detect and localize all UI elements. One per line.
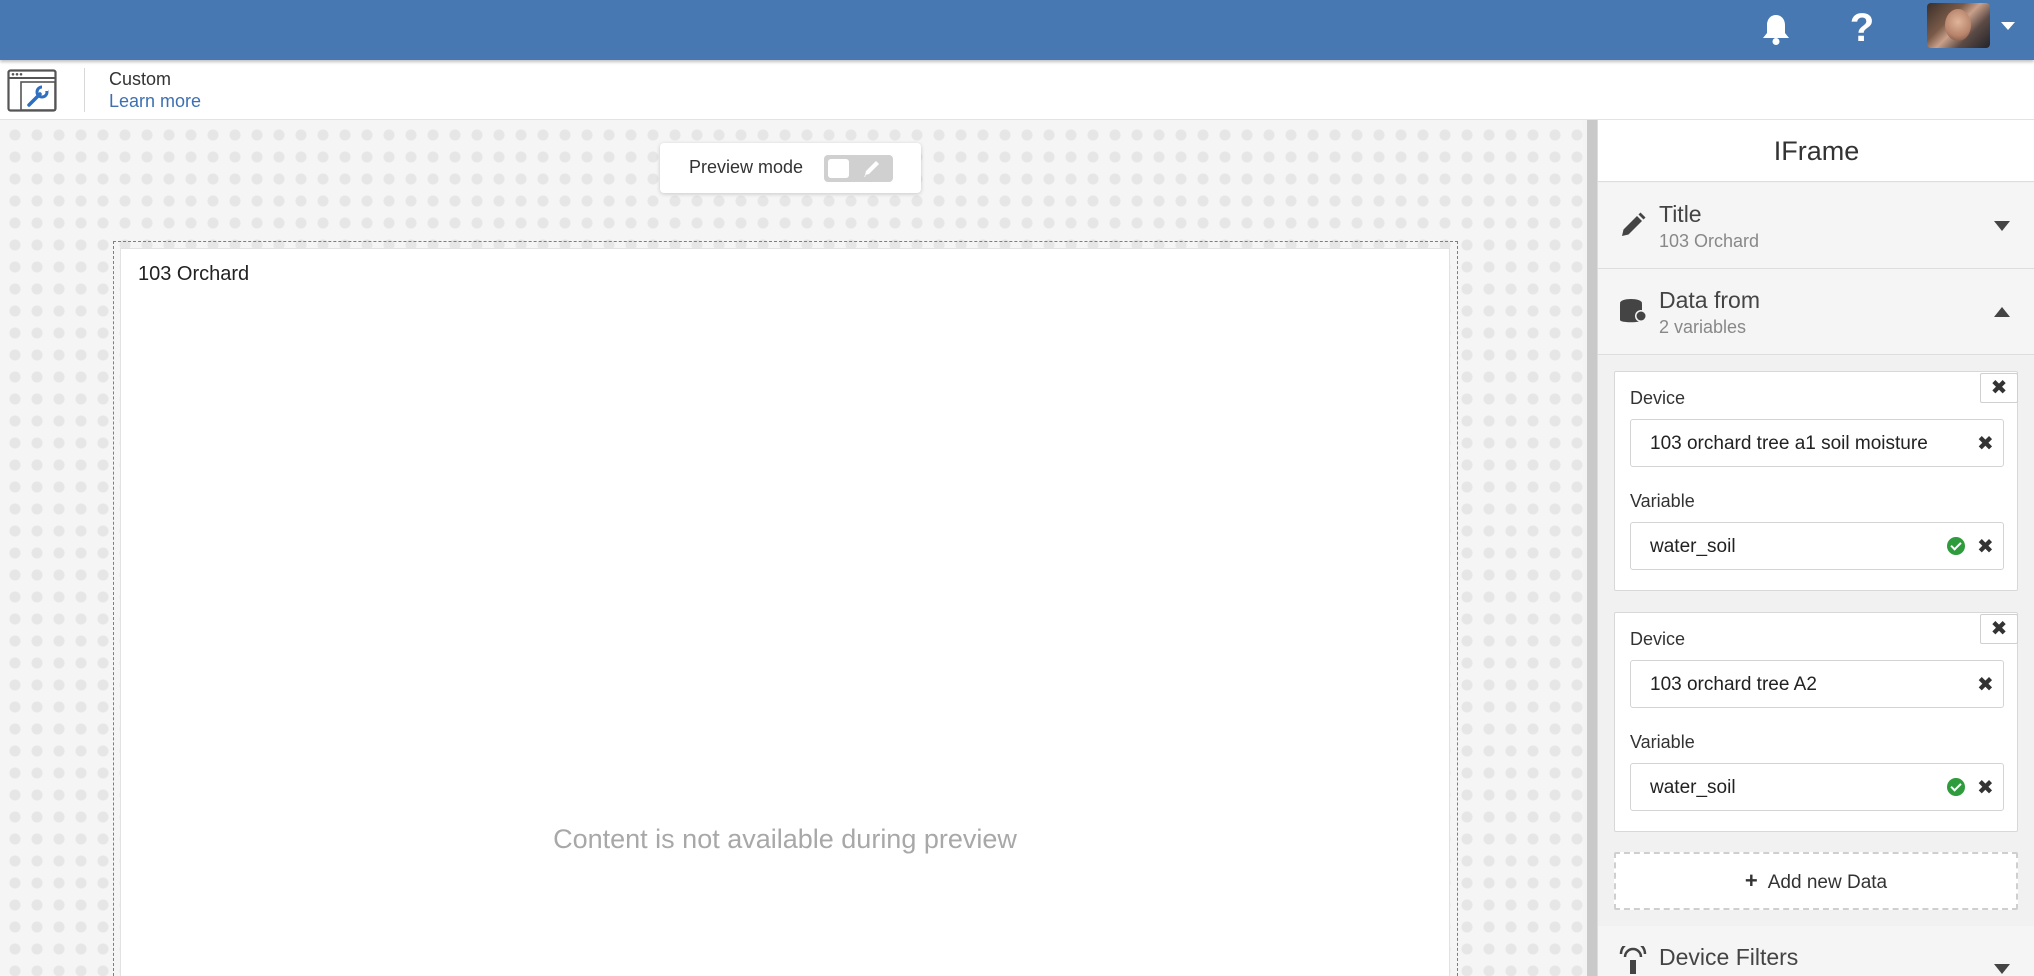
page-title: Custom xyxy=(109,69,172,89)
add-new-data-button[interactable]: + Add new Data xyxy=(1614,852,2018,910)
title-section[interactable]: Title 103 Orchard xyxy=(1598,183,2034,269)
title-section-value: 103 Orchard xyxy=(1659,231,1760,251)
device-select[interactable]: 103 orchard tree A2 ✖ xyxy=(1630,660,2004,708)
clear-icon[interactable]: ✖ xyxy=(1977,672,1994,697)
preview-unavailable-message: Content is not available during preview xyxy=(553,824,1017,854)
remove-data-button[interactable]: ✖ xyxy=(1980,373,2018,403)
device-value: 103 orchard tree A2 xyxy=(1650,674,1817,695)
data-item-card: ✖ Device 103 orchard tree A2 ✖ Variable … xyxy=(1614,612,2018,832)
iframe-widget[interactable]: 103 Orchard Content is not available dur… xyxy=(120,248,1450,976)
help-icon[interactable]: ? xyxy=(1845,6,1879,50)
variable-select[interactable]: water_soil ✖ xyxy=(1630,763,2004,811)
preview-mode-toggle: Preview mode xyxy=(660,143,921,193)
device-filter-icon xyxy=(1619,946,1647,974)
device-filters-section[interactable]: Device Filters xyxy=(1598,926,2034,976)
variable-select[interactable]: water_soil ✖ xyxy=(1630,522,2004,570)
device-filters-label: Device Filters xyxy=(1659,944,1799,970)
avatar[interactable] xyxy=(1927,3,1990,48)
remove-data-button[interactable]: ✖ xyxy=(1980,614,2018,644)
learn-more-link[interactable]: Learn more xyxy=(109,91,201,112)
switch-knob xyxy=(828,159,849,178)
custom-widget-icon xyxy=(7,69,57,112)
pencil-icon xyxy=(1622,212,1646,236)
widget-title: 103 Orchard xyxy=(138,263,250,285)
variable-value: water_soil xyxy=(1650,536,1736,557)
panel-title: IFrame xyxy=(1598,120,2034,182)
preview-mode-switch[interactable] xyxy=(824,155,893,182)
chevron-up-icon[interactable] xyxy=(1994,307,2010,317)
title-section-label: Title xyxy=(1659,201,1702,227)
header-divider xyxy=(84,68,85,112)
sub-header: Custom Learn more xyxy=(0,60,2034,120)
device-select[interactable]: 103 orchard tree a1 soil moisture ✖ xyxy=(1630,419,2004,467)
data-section-value: 2 variables xyxy=(1659,317,1747,337)
clear-icon[interactable]: ✖ xyxy=(1977,534,1994,559)
bell-icon[interactable] xyxy=(1760,12,1792,46)
add-new-data-label: Add new Data xyxy=(1767,872,1888,893)
chevron-down-icon[interactable] xyxy=(1994,964,2010,974)
data-from-section[interactable]: Data from 2 variables xyxy=(1598,269,2034,355)
caret-down-icon[interactable] xyxy=(2001,22,2015,30)
clear-icon[interactable]: ✖ xyxy=(1977,431,1994,456)
preview-mode-label: Preview mode xyxy=(689,157,804,177)
check-circle-icon xyxy=(1947,537,1965,555)
variable-label: Variable xyxy=(1630,491,1695,511)
database-icon xyxy=(1620,299,1647,323)
settings-panel: IFrame Title 103 Orchard Data from 2 var… xyxy=(1597,120,2034,976)
top-bar: ? xyxy=(0,0,2034,60)
clear-icon[interactable]: ✖ xyxy=(1977,775,1994,800)
variable-label: Variable xyxy=(1630,732,1695,752)
variable-value: water_soil xyxy=(1650,777,1736,798)
pencil-icon xyxy=(864,161,879,177)
chevron-down-icon[interactable] xyxy=(1994,221,2010,231)
device-label: Device xyxy=(1630,629,1686,649)
plus-icon: + xyxy=(1744,868,1758,893)
canvas-scrollbar[interactable] xyxy=(1587,120,1597,976)
device-value: 103 orchard tree a1 soil moisture xyxy=(1650,433,1928,454)
data-section-label: Data from xyxy=(1659,287,1760,313)
check-circle-icon xyxy=(1947,778,1965,796)
device-label: Device xyxy=(1630,388,1686,408)
data-item-card: ✖ Device 103 orchard tree a1 soil moistu… xyxy=(1614,371,2018,591)
